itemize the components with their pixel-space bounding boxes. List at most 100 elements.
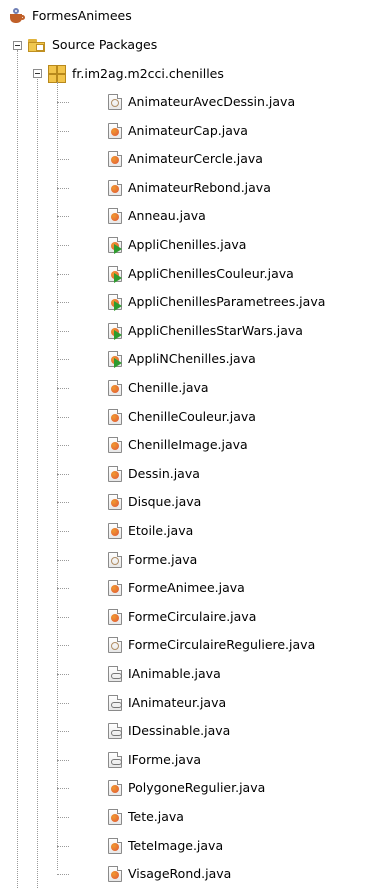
file-name: AppliChenillesParametrees.java	[128, 294, 326, 310]
tree-node-java-file[interactable]: IAnimateur.java	[108, 691, 226, 715]
java-interface-file-icon	[108, 723, 122, 740]
tree-node-java-file[interactable]: AnimateurAvecDessin.java	[108, 90, 295, 114]
package-name: fr.im2ag.m2cci.chenilles	[72, 66, 224, 81]
file-name: Chenille.java	[128, 380, 209, 395]
tree-guide-line	[57, 130, 69, 132]
tree-node-java-file[interactable]: ChenilleImage.java	[108, 433, 248, 457]
tree-node-java-file[interactable]: FormeCirculaireReguliere.java	[108, 633, 315, 657]
tree-node-java-file[interactable]: Chenille.java	[108, 376, 209, 400]
file-name: Anneau.java	[128, 208, 206, 224]
tree-guide-line	[57, 788, 69, 790]
file-name: Tete.java	[128, 809, 184, 824]
tree-node-java-file[interactable]: TeteImage.java	[108, 834, 223, 858]
tree-guide-line	[57, 302, 69, 304]
file-name: AnimateurRebond.java	[128, 179, 271, 195]
tree-node-project[interactable]: FormesAnimees	[8, 4, 132, 28]
tree-node-java-file[interactable]: Tete.java	[108, 805, 184, 829]
java-class-file-icon	[108, 809, 122, 825]
tree-guide-line	[57, 473, 69, 475]
tree-node-java-file[interactable]: VisageRond.java	[108, 862, 231, 886]
tree-guide-line	[57, 388, 69, 389]
collapse-toggle-package[interactable]	[33, 69, 42, 78]
tree-node-java-file[interactable]: AnimateurCap.java	[108, 119, 248, 143]
file-name: PolygoneRegulier.java	[128, 780, 266, 796]
tree-guide-line	[57, 731, 69, 733]
tree-guide-line	[57, 216, 69, 218]
java-project-cup-icon	[8, 7, 26, 25]
tree-guide-line	[57, 531, 69, 532]
tree-node-java-file[interactable]: AnimateurCercle.java	[108, 147, 263, 171]
tree-node-java-file[interactable]: IDessinable.java	[108, 719, 230, 743]
tree-guide-line	[57, 616, 69, 618]
tree-node-java-file[interactable]: AppliNChenilles.java	[108, 347, 256, 371]
tree-guide-line	[57, 82, 58, 870]
tree-guide-line	[57, 845, 69, 847]
java-class-file-icon	[108, 380, 122, 396]
tree-node-java-file[interactable]: Dessin.java	[108, 462, 200, 486]
tree-node-java-file[interactable]: ChenilleCouleur.java	[108, 405, 256, 429]
project-name: FormesAnimees	[32, 8, 132, 23]
file-name: AppliChenilles.java	[128, 237, 247, 252]
java-main-class-file-icon	[108, 351, 122, 369]
tree-node-java-file[interactable]: FormeAnimee.java	[108, 576, 245, 600]
file-name: AppliChenillesCouleur.java	[128, 265, 294, 281]
tree-guide-line	[57, 817, 69, 818]
tree-node-java-file[interactable]: Etoile.java	[108, 519, 193, 543]
file-name: IForme.java	[128, 751, 202, 767]
java-class-file-icon	[108, 837, 122, 854]
tree-node-java-file[interactable]: AppliChenillesParametrees.java	[108, 290, 325, 314]
tree-guide-line	[57, 273, 69, 275]
tree-node-java-file[interactable]: AppliChenilles.java	[108, 233, 246, 257]
tree-node-java-file[interactable]: FormeCirculaire.java	[108, 605, 256, 629]
source-packages-label: Source Packages	[52, 37, 158, 52]
tree-node-java-file[interactable]: Forme.java	[108, 548, 197, 572]
tree-node-java-file[interactable]: PolygoneRegulier.java	[108, 776, 265, 800]
java-interface-file-icon	[108, 666, 122, 682]
tree-guide-line	[57, 102, 69, 103]
tree-node-java-file[interactable]: IAnimable.java	[108, 662, 221, 686]
file-name: ChenilleImage.java	[128, 437, 248, 453]
file-name: TeteImage.java	[128, 837, 224, 853]
java-class-file-icon	[108, 780, 122, 797]
tree-guide-line	[57, 416, 69, 418]
file-name: VisageRond.java	[128, 866, 232, 882]
file-name: IAnimateur.java	[128, 694, 227, 710]
tree-guide-line	[57, 702, 69, 704]
java-main-class-file-icon	[108, 294, 122, 312]
tree-node-java-file[interactable]: Anneau.java	[108, 204, 206, 228]
tree-guide-line	[57, 445, 69, 447]
tree-guide-line	[57, 759, 69, 761]
tree-guide-line	[37, 79, 38, 888]
java-class-file-icon	[108, 208, 122, 225]
file-name: AppliChenillesStarWars.java	[128, 322, 303, 338]
tree-guide-line	[57, 330, 69, 332]
tree-node-java-file[interactable]: AppliChenillesStarWars.java	[108, 319, 303, 343]
java-abstract-class-file-icon	[108, 551, 122, 568]
java-abstract-class-file-icon	[108, 637, 122, 654]
java-interface-file-icon	[108, 694, 122, 711]
tree-node-java-file[interactable]: IForme.java	[108, 748, 201, 772]
java-main-class-file-icon	[108, 265, 122, 283]
tree-node-java-file[interactable]: Disque.java	[108, 490, 201, 514]
package-icon	[48, 65, 66, 83]
file-name: AnimateurCercle.java	[128, 151, 263, 167]
file-name: AnimateurAvecDessin.java	[128, 94, 296, 109]
java-class-file-icon	[108, 151, 122, 168]
tree-node-java-file[interactable]: AnimateurRebond.java	[108, 176, 271, 200]
java-class-file-icon	[108, 866, 122, 883]
tree-guide-line	[57, 502, 69, 504]
java-class-file-icon	[108, 437, 122, 454]
collapse-toggle-source-packages[interactable]	[13, 41, 22, 50]
java-class-file-icon	[108, 608, 122, 625]
java-class-file-icon	[108, 580, 122, 597]
tree-guide-line	[57, 359, 69, 361]
tree-guide-line	[57, 245, 69, 246]
file-name: AnimateurCap.java	[128, 122, 248, 138]
java-main-class-file-icon	[108, 322, 122, 340]
file-name: FormeCirculaireReguliere.java	[128, 637, 316, 653]
tree-node-source-packages[interactable]: Source Packages	[28, 33, 157, 57]
tree-guide-line	[57, 159, 69, 161]
tree-node-java-file[interactable]: AppliChenillesCouleur.java	[108, 262, 294, 286]
file-name: Etoile.java	[128, 523, 194, 538]
tree-node-package[interactable]: fr.im2ag.m2cci.chenilles	[48, 62, 224, 86]
